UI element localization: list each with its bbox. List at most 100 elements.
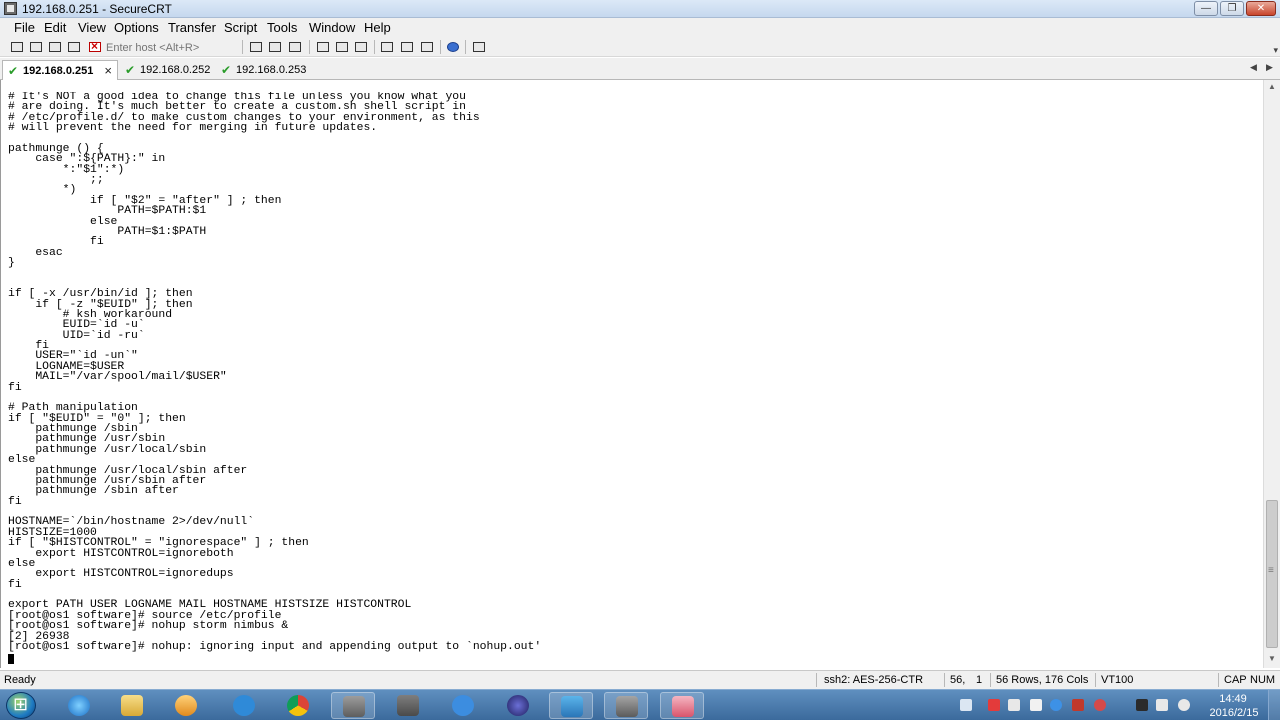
help-icon[interactable] <box>446 40 460 54</box>
terminal-line: else <box>8 454 36 467</box>
menu-options[interactable]: Options <box>114 20 159 35</box>
status-separator <box>1218 673 1219 687</box>
scroll-down-icon[interactable]: ▼ <box>1264 652 1280 666</box>
menu-file[interactable]: File <box>14 20 35 35</box>
terminal-line: HOSTNAME=`/bin/hostname 2>/dev/null` <box>8 516 255 529</box>
terminal-line: UID=`id -ru` <box>8 329 145 342</box>
global-options-icon[interactable] <box>400 40 414 54</box>
menu-tools[interactable]: Tools <box>267 20 297 35</box>
securecrt-app-icon[interactable] <box>4 2 17 15</box>
tab-session-253[interactable]: ✔ 192.168.0.253 <box>216 60 312 80</box>
terminal-line: ;; <box>8 174 104 186</box>
connect-in-tab-icon[interactable] <box>48 40 62 54</box>
key-icon[interactable] <box>420 40 434 54</box>
find-icon[interactable] <box>288 40 302 54</box>
menu-transfer[interactable]: Transfer <box>168 20 216 35</box>
sftp-icon[interactable] <box>472 40 486 54</box>
status-col: 1 <box>976 674 983 686</box>
paste-icon[interactable] <box>268 40 282 54</box>
restore-button[interactable]: ❐ <box>1220 1 1244 16</box>
clock-time[interactable]: 14:49 <box>1208 693 1258 705</box>
status-size: 56 Rows, 176 Cols <box>996 674 1089 686</box>
taskbar-virtualbox-icon[interactable] <box>549 692 593 719</box>
close-button[interactable]: ✕ <box>1246 1 1276 16</box>
tray-keyboard-icon[interactable] <box>960 699 972 711</box>
terminal-line: USER="`id -un`" <box>8 350 138 363</box>
terminal-output: # It's NOT a good idea to change this fi… <box>8 92 1256 666</box>
menu-view[interactable]: View <box>78 20 106 35</box>
clock-date[interactable]: 2016/2/15 <box>1202 707 1266 719</box>
windows-taskbar: 14:49 2016/2/15 <box>0 689 1280 720</box>
scroll-up-icon[interactable]: ▲ <box>1264 80 1280 94</box>
taskbar-ie-icon[interactable] <box>57 692 101 719</box>
host-input[interactable] <box>106 40 238 55</box>
tab-close-icon[interactable]: × <box>104 63 112 78</box>
status-caps-lock: CAP <box>1224 674 1247 686</box>
terminal-area[interactable]: # It's NOT a good idea to change this fi… <box>0 80 1280 668</box>
tray-security-icon[interactable] <box>1094 699 1106 711</box>
taskbar-securecrt-window-icon[interactable] <box>604 692 648 719</box>
tab-label: 192.168.0.253 <box>236 64 307 76</box>
tray-ime-icon[interactable] <box>1008 699 1020 711</box>
taskbar-chrome-icon[interactable] <box>276 692 320 719</box>
tray-network-icon[interactable] <box>1156 699 1168 711</box>
toolbar-chevron-icon[interactable]: ▾ <box>1273 45 1278 56</box>
copy-icon[interactable] <box>249 40 263 54</box>
tab-session-252[interactable]: ✔ 192.168.0.252 <box>120 60 216 80</box>
menu-window[interactable]: Window <box>309 20 355 35</box>
show-desktop-button[interactable] <box>1268 690 1280 720</box>
terminal-line: if [ -x /usr/bin/id ]; then <box>8 288 193 301</box>
tray-antivirus-icon[interactable] <box>988 699 1000 711</box>
reconnect-icon[interactable] <box>67 40 81 54</box>
terminal-line: pathmunge () { <box>8 142 104 155</box>
print-setup-icon[interactable] <box>354 40 368 54</box>
session-options-icon[interactable] <box>380 40 394 54</box>
taskbar-notes-icon[interactable] <box>441 692 485 719</box>
terminal-line: if [ "$HISTCONTROL" = "ignorespace" ] ; … <box>8 537 309 550</box>
minimize-button[interactable]: — <box>1194 1 1218 16</box>
tray-feather-icon[interactable] <box>1050 699 1062 711</box>
taskbar-eclipse-icon[interactable] <box>496 692 540 719</box>
status-cipher: ssh2: AES-256-CTR <box>824 674 924 686</box>
tray-shield-icon[interactable] <box>1072 699 1084 711</box>
taskbar-network-app-icon[interactable] <box>222 692 266 719</box>
tray-action-center-icon[interactable] <box>1136 699 1148 711</box>
connected-check-icon: ✔ <box>221 63 232 77</box>
terminal-line: if [ -z "$EUID" ]; then <box>8 298 193 311</box>
status-separator <box>990 673 991 687</box>
disconnect-icon[interactable] <box>88 39 102 54</box>
terminal-line: fi <box>8 236 104 249</box>
toolbar-separator <box>465 40 466 54</box>
status-num-lock: NUM <box>1250 674 1276 686</box>
taskbar-explorer-icon[interactable] <box>110 692 154 719</box>
start-button[interactable] <box>6 692 36 719</box>
taskbar-media-player-icon[interactable] <box>164 692 208 719</box>
terminal-line: EUID=`id -u` <box>8 319 145 332</box>
quick-connect-icon[interactable] <box>29 40 43 54</box>
tab-scroll-left-icon[interactable]: ◀ <box>1250 62 1257 73</box>
taskbar-securefx-icon[interactable] <box>386 692 430 719</box>
terminal-line: fi <box>8 381 22 394</box>
taskbar-xmind-icon[interactable] <box>660 692 704 719</box>
terminal-line: [root@os1 software]# nohup storm nimbus … <box>8 620 289 633</box>
menu-help[interactable]: Help <box>364 20 391 35</box>
tab-session-251[interactable]: ✔ 192.168.0.251 × <box>2 60 118 80</box>
tray-volume-icon[interactable] <box>1178 699 1190 711</box>
taskbar-securecrt-icon[interactable] <box>331 692 375 719</box>
title-bar: 192.168.0.251 - SecureCRT — ❐ ✕ <box>0 0 1280 18</box>
vertical-scrollbar[interactable]: ▲ ▼ <box>1263 80 1280 668</box>
menu-script[interactable]: Script <box>224 20 257 35</box>
scrollbar-thumb[interactable] <box>1266 500 1278 648</box>
connect-icon[interactable] <box>10 40 24 54</box>
print-selection-icon[interactable] <box>335 40 349 54</box>
print-icon[interactable] <box>316 40 330 54</box>
tab-scroll-right-icon[interactable]: ▶ <box>1266 62 1273 73</box>
status-row: 56, <box>950 674 966 686</box>
tray-grid-icon[interactable] <box>1030 699 1042 711</box>
window-title: 192.168.0.251 - SecureCRT <box>22 2 172 16</box>
terminal-line: if [ "$EUID" = "0" ]; then <box>8 412 186 425</box>
terminal-line: # will prevent the need for merging in f… <box>8 122 378 135</box>
menu-edit[interactable]: Edit <box>44 20 66 35</box>
